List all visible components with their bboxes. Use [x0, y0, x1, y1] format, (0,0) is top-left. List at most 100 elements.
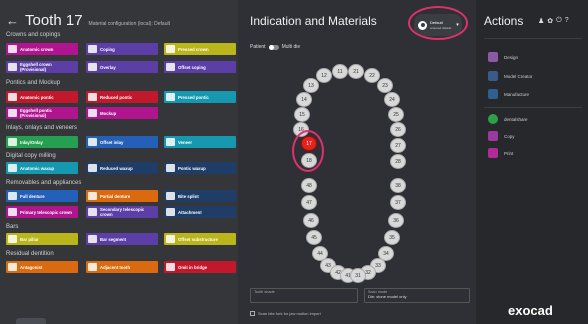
- help-icon[interactable]: ?: [565, 17, 569, 25]
- anatomic-crown-button[interactable]: Anatomic crown: [6, 43, 78, 55]
- coping-icon: [88, 45, 97, 53]
- tooth-26[interactable]: 26: [390, 122, 406, 137]
- actions-panel: Actions ♟ ✿ ⏻ ? Design Model Creator Man…: [476, 0, 588, 324]
- tooth-27[interactable]: 27: [390, 138, 406, 153]
- tooth-23[interactable]: 23: [377, 78, 393, 93]
- tooth-18[interactable]: 18: [301, 153, 317, 168]
- anatomic-pontic-button[interactable]: Anatomic pontic: [6, 91, 78, 103]
- section-digital: Digital copy milling: [6, 153, 56, 159]
- person-icon[interactable]: ♟: [538, 17, 544, 25]
- tooth-shade-field[interactable]: Tooth shade: [250, 288, 358, 303]
- tooth-11[interactable]: 11: [332, 64, 348, 79]
- tooth-38[interactable]: 38: [390, 178, 406, 193]
- tooth-46[interactable]: 46: [303, 213, 319, 228]
- settings-icon[interactable]: ✿: [547, 17, 553, 25]
- bar-pillar-icon: [8, 235, 17, 243]
- reduced-pontic-icon: [88, 93, 97, 101]
- scan-bite-fork-option[interactable]: Scan bite fork for jaw motion import: [250, 311, 321, 316]
- antagonist-button[interactable]: Antagonist: [6, 261, 78, 273]
- scan-bite-fork-checkbox[interactable]: [250, 311, 255, 316]
- back-arrow-icon[interactable]: ←: [6, 13, 19, 28]
- print-action[interactable]: Print: [488, 148, 513, 158]
- manufacture-action[interactable]: Manufacture: [488, 89, 529, 99]
- exocad-logo: exocad: [508, 303, 553, 318]
- tooth-45[interactable]: 45: [306, 230, 322, 245]
- omit-in-bridge-button[interactable]: Omit in bridge: [164, 261, 236, 273]
- bar-pillar-button[interactable]: Bar pillar: [6, 233, 78, 245]
- crown-icon: [8, 45, 17, 53]
- mockup-button[interactable]: Mockup: [86, 107, 158, 119]
- pressed-crown-button[interactable]: Pressed crown: [164, 43, 236, 55]
- actions-title: Actions: [484, 14, 524, 28]
- indication-panel: ← Tooth 17 Material configuration (local…: [0, 0, 238, 324]
- reduced-waxup-icon: [88, 164, 97, 172]
- tooth-14[interactable]: 14: [296, 92, 312, 107]
- multi-die-toggle[interactable]: [268, 44, 279, 50]
- model-creator-icon: [488, 71, 498, 81]
- eggshell-pontic-button[interactable]: Eggshell pontic (Provisional): [6, 107, 78, 119]
- tooth-36[interactable]: 36: [388, 213, 404, 228]
- veneer-button[interactable]: Veneer: [164, 136, 236, 148]
- tooth-35[interactable]: 35: [384, 230, 400, 245]
- scan-mode-field[interactable]: Scan mode Die: stone model only: [364, 288, 470, 303]
- pontic-icon: [8, 93, 17, 101]
- tooth-24[interactable]: 24: [384, 92, 400, 107]
- offset-inlay-button[interactable]: Offset inlay: [86, 136, 158, 148]
- inlay-onlay-button[interactable]: Inlay/Onlay: [6, 136, 78, 148]
- coping-button[interactable]: Coping: [86, 43, 158, 55]
- offset-inlay-icon: [88, 138, 97, 146]
- patient-row: Patient Multi die: [250, 44, 301, 50]
- tooth-25[interactable]: 25: [388, 107, 404, 122]
- tooth-title: Tooth 17: [25, 12, 83, 29]
- tooth-31[interactable]: 31: [350, 268, 366, 283]
- eggshell-pontic-icon: [8, 109, 17, 117]
- pressed-pontic-button[interactable]: Pressed pontic: [164, 91, 236, 103]
- copy-action[interactable]: Copy: [488, 131, 515, 141]
- partial-denture-button[interactable]: Partial denture: [86, 190, 158, 202]
- eggshell-crown-button[interactable]: Eggshell crown (Provisional): [6, 61, 78, 73]
- bite-splint-button[interactable]: Bite splint: [164, 190, 236, 202]
- tooth-12[interactable]: 12: [316, 68, 332, 83]
- indication-materials-panel: Indication and Materials Default scanned…: [238, 0, 476, 324]
- panel-title: Indication and Materials: [250, 14, 377, 28]
- primary-telescopic-button[interactable]: Primary telescopic crown: [6, 206, 78, 218]
- tooth-48[interactable]: 48: [301, 178, 317, 193]
- attachment-button[interactable]: Attachment: [164, 206, 236, 218]
- model-creator-action[interactable]: Model Creator: [488, 71, 533, 81]
- dentalshare-icon: [488, 114, 498, 124]
- overlay-button[interactable]: Overlay: [86, 61, 158, 73]
- reduced-pontic-button[interactable]: Reduced pontic: [86, 91, 158, 103]
- adjacent-tooth-button[interactable]: Adjacent tooth: [86, 261, 158, 273]
- section-crowns: Crowns and copings: [6, 32, 61, 38]
- secondary-telescopic-button[interactable]: Secondary telescopic crown: [86, 206, 158, 218]
- pontic-waxup-button[interactable]: Pontic waxup: [164, 162, 236, 174]
- pressed-crown-icon: [166, 45, 175, 53]
- tooth-28[interactable]: 28: [390, 154, 406, 169]
- adjacent-tooth-icon: [88, 263, 97, 271]
- reduced-waxup-button[interactable]: Reduced waxup: [86, 162, 158, 174]
- bottom-tab[interactable]: [16, 318, 46, 324]
- section-residual: Residual dentition: [6, 251, 54, 257]
- print-icon: [488, 148, 498, 158]
- offset-substructure-button[interactable]: Offset substructure: [164, 233, 236, 245]
- offset-coping-button[interactable]: Offset coping: [164, 61, 236, 73]
- mockup-icon: [88, 109, 97, 117]
- design-icon: [488, 52, 498, 62]
- power-icon[interactable]: ⏻: [556, 17, 562, 25]
- bar-segment-button[interactable]: Bar segment: [86, 233, 158, 245]
- tooth-47[interactable]: 47: [301, 195, 317, 210]
- anatomic-waxup-button[interactable]: Anatomic waxup: [6, 162, 78, 174]
- section-inlays: Inlays, onlays and veneers: [6, 125, 78, 131]
- overlay-icon: [88, 63, 97, 71]
- bar-segment-icon: [88, 235, 97, 243]
- app-window: ← Tooth 17 Material configuration (local…: [0, 0, 588, 324]
- full-denture-button[interactable]: Full denture: [6, 190, 78, 202]
- copy-icon: [488, 131, 498, 141]
- tooth-13[interactable]: 13: [303, 78, 319, 93]
- tooth-37[interactable]: 37: [390, 195, 406, 210]
- attachment-icon: [166, 208, 175, 216]
- tooth-21[interactable]: 21: [348, 64, 364, 79]
- dentalshare-action[interactable]: dentalshare: [488, 114, 528, 124]
- tooth-15[interactable]: 15: [294, 107, 310, 122]
- design-action[interactable]: Design: [488, 52, 518, 62]
